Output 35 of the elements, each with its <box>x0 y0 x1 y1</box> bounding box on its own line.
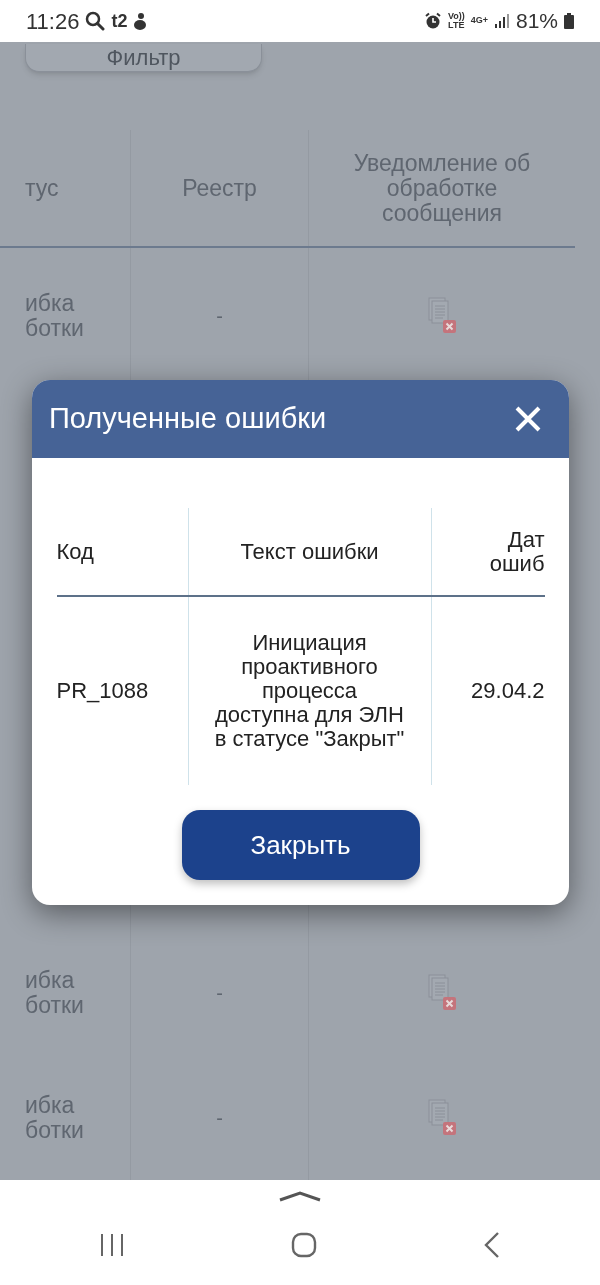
alarm-icon <box>423 12 442 30</box>
column-header: Уведомление об обработке сообщения <box>352 150 532 226</box>
column-header: Текст ошибки <box>240 539 379 564</box>
status-text: ибка ботки <box>25 291 84 341</box>
recent-apps-icon[interactable] <box>100 1233 124 1257</box>
signal-icon <box>493 13 510 29</box>
figure-icon <box>133 12 148 30</box>
close-icon[interactable] <box>515 406 541 432</box>
registry-value: - <box>216 980 223 1006</box>
registry-value: - <box>216 1105 223 1131</box>
column-header: Код <box>56 539 94 564</box>
document-error-icon <box>428 973 456 1012</box>
registry-value: - <box>216 304 223 329</box>
battery-percent: 81% <box>515 8 558 35</box>
status-text: ибка ботки <box>25 967 84 1018</box>
clock-time: 11:26 <box>26 7 80 36</box>
back-icon[interactable] <box>484 1232 500 1258</box>
home-icon[interactable] <box>291 1232 317 1258</box>
search-icon <box>85 11 106 31</box>
battery-icon <box>564 13 574 29</box>
volte-indicator: Vo)) LTE <box>447 12 465 30</box>
error-date: 29.04.2 <box>471 679 545 703</box>
document-error-icon <box>428 1098 456 1137</box>
error-text: Инициация проактивного процесса доступна для ЭЛН в статусе "Закрыт" <box>214 631 405 751</box>
document-error-icon <box>428 297 456 335</box>
column-header: тус <box>25 175 59 201</box>
column-header: Реестр <box>182 175 257 201</box>
caret-up-icon[interactable] <box>279 1190 321 1202</box>
status-text: ибка ботки <box>25 1092 84 1143</box>
dialog-title: Полученные ошибки <box>49 401 327 437</box>
carrier-logo: t2 <box>111 9 128 33</box>
column-header: Дат ошиб <box>489 527 545 576</box>
error-code: PR_1088 <box>56 679 149 703</box>
network-type: 4G+ <box>470 14 488 28</box>
close-button[interactable]: Закрыть <box>181 810 420 880</box>
